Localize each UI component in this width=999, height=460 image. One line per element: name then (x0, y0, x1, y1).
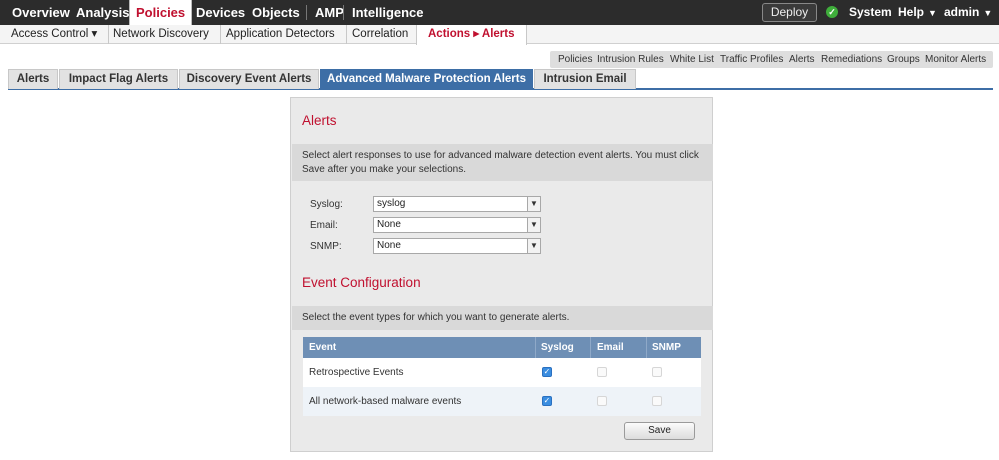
syslog-checkbox[interactable]: ✓ (542, 367, 552, 377)
chevron-down-icon: ▼ (527, 218, 540, 232)
event-table-header: Event Syslog Email SNMP (303, 337, 701, 358)
nav-divider (306, 5, 307, 20)
alerts-section-title: Alerts (302, 113, 337, 128)
table-row: All network-based malware events ✓ (303, 387, 701, 416)
user-menu[interactable]: admin ▼ (944, 0, 992, 25)
nav-devices[interactable]: Devices (190, 0, 251, 25)
syslog-value: syslog (377, 198, 406, 209)
save-button[interactable]: Save (624, 422, 695, 440)
syslog-label: Syslog: (310, 199, 343, 210)
link-alerts[interactable]: Alerts (789, 51, 815, 68)
syslog-select[interactable]: syslog ▼ (373, 196, 541, 212)
secondary-links-bar: Policies Intrusion Rules White List Traf… (550, 51, 993, 68)
email-checkbox (597, 367, 607, 377)
event-config-description: Select the event types for which you wan… (292, 306, 713, 330)
header-email: Email (597, 342, 624, 353)
nav-divider (343, 5, 344, 20)
tab-amp-alerts[interactable]: Advanced Malware Protection Alerts (320, 69, 533, 89)
email-select[interactable]: None ▼ (373, 217, 541, 233)
link-groups[interactable]: Groups (887, 51, 920, 68)
subnav-access-control[interactable]: Access Control ▾ (0, 25, 110, 44)
snmp-checkbox (652, 396, 662, 406)
subnav-network-discovery[interactable]: Network Discovery (102, 25, 221, 44)
snmp-label: SNMP: (310, 241, 342, 252)
link-remediations[interactable]: Remediations (821, 51, 882, 68)
header-snmp: SNMP (652, 342, 681, 353)
tab-intrusion-email[interactable]: Intrusion Email (534, 69, 636, 89)
link-traffic-profiles[interactable]: Traffic Profiles (720, 51, 783, 68)
nav-objects[interactable]: Objects (246, 0, 306, 25)
subnav-actions-alerts[interactable]: Actions ▸ Alerts (416, 25, 527, 45)
system-menu[interactable]: System (849, 0, 892, 25)
alerts-description: Select alert responses to use for advanc… (292, 144, 713, 181)
tab-discovery-event-alerts[interactable]: Discovery Event Alerts (179, 69, 319, 89)
link-policies[interactable]: Policies (558, 51, 592, 68)
snmp-checkbox (652, 367, 662, 377)
event-name: All network-based malware events (309, 396, 462, 407)
deploy-button[interactable]: Deploy (762, 3, 817, 22)
amp-alerts-panel: Alerts Select alert responses to use for… (290, 97, 713, 452)
nav-policies[interactable]: Policies (129, 0, 193, 26)
chevron-down-icon: ▼ (928, 8, 937, 18)
nav-intelligence[interactable]: Intelligence (346, 0, 430, 25)
health-status-icon[interactable]: ✓ (826, 6, 838, 18)
subnav-correlation[interactable]: Correlation (341, 25, 421, 44)
nav-overview[interactable]: Overview (6, 0, 76, 25)
event-table: Event Syslog Email SNMP Retrospective Ev… (303, 337, 701, 416)
help-label: Help (898, 5, 925, 19)
column-divider (646, 337, 647, 358)
link-intrusion-rules[interactable]: Intrusion Rules (597, 51, 664, 68)
link-monitor-alerts[interactable]: Monitor Alerts (925, 51, 986, 68)
user-label: admin (944, 5, 980, 19)
top-nav: Overview Analysis Policies Devices Objec… (0, 0, 999, 26)
header-syslog: Syslog (541, 342, 574, 353)
alert-tabs: Alerts Impact Flag Alerts Discovery Even… (8, 69, 993, 90)
tab-impact-flag-alerts[interactable]: Impact Flag Alerts (59, 69, 178, 89)
chevron-down-icon: ▼ (527, 239, 540, 253)
email-label: Email: (310, 220, 338, 231)
column-divider (590, 337, 591, 358)
subnav-application-detectors[interactable]: Application Detectors (215, 25, 347, 44)
chevron-down-icon: ▼ (983, 8, 993, 18)
tab-alerts[interactable]: Alerts (8, 69, 58, 89)
sub-nav: Access Control ▾ Network Discovery Appli… (0, 25, 999, 45)
nav-analysis[interactable]: Analysis (70, 0, 135, 25)
snmp-select[interactable]: None ▼ (373, 238, 541, 254)
event-config-title: Event Configuration (302, 275, 421, 290)
email-value: None (377, 219, 401, 230)
snmp-value: None (377, 240, 401, 251)
syslog-checkbox[interactable]: ✓ (542, 396, 552, 406)
email-checkbox (597, 396, 607, 406)
chevron-down-icon: ▼ (527, 197, 540, 211)
column-divider (535, 337, 536, 358)
table-row: Retrospective Events ✓ (303, 358, 701, 387)
help-menu[interactable]: Help ▼ (898, 0, 937, 25)
header-event: Event (309, 342, 337, 353)
link-white-list[interactable]: White List (670, 51, 714, 68)
event-name: Retrospective Events (309, 367, 404, 378)
